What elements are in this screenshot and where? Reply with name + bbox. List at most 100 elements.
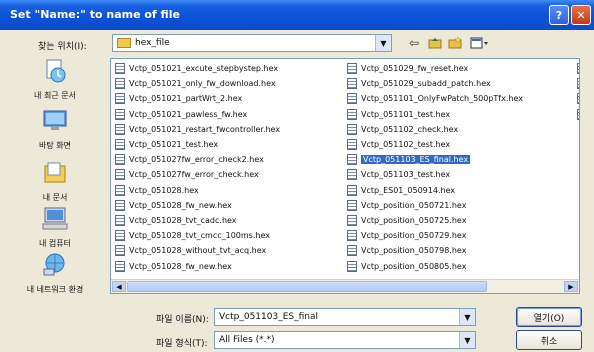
new-folder-button[interactable]: [446, 35, 464, 51]
hex-file-icon: [115, 184, 125, 196]
file-item[interactable]: Vctp_position_050798.hex: [347, 243, 577, 258]
file-item[interactable]: Vctp_051102_check.hex: [347, 122, 577, 137]
file-column-2: Vctp_051029_fw_reset.hex Vctp_051029_sub…: [347, 61, 577, 274]
file-item[interactable]: Vctp_ES01_050914.hex: [347, 183, 577, 198]
lookin-value: hex_file: [135, 38, 170, 48]
hex-file-icon: [115, 93, 125, 105]
view-menu-button[interactable]: [468, 35, 492, 51]
filename-value: Vctp_051103_ES_final: [219, 312, 318, 322]
hex-file-icon: [115, 214, 125, 226]
filetype-label: 파일 형식(T):: [156, 339, 208, 349]
new-folder-icon: [448, 37, 462, 49]
hex-file-icon: [347, 245, 357, 257]
place-label: 바탕 화면: [39, 141, 71, 150]
horizontal-scrollbar[interactable]: ◀ ▶: [111, 279, 579, 293]
filetype-select[interactable]: All Files (*.*) ▼: [214, 331, 476, 349]
file-item-selected[interactable]: Vctp_051103_ES_final.hex: [347, 152, 577, 167]
hex-file-icon: [347, 63, 357, 75]
hex-file-icon: [347, 123, 357, 135]
file-item-partial[interactable]: [577, 91, 579, 106]
file-item[interactable]: Vctp_051028.hex: [115, 183, 343, 198]
file-item[interactable]: Vctp_051028_fw_new.hex: [115, 258, 343, 273]
hex-file-icon: [115, 154, 125, 166]
scroll-left-icon[interactable]: ◀: [112, 281, 126, 292]
file-item[interactable]: Vctp_051028_fw_new.hex: [115, 198, 343, 213]
cancel-button[interactable]: 취소: [516, 330, 582, 350]
file-item[interactable]: Vctp_position_050721.hex: [347, 198, 577, 213]
close-button[interactable]: ✕: [571, 5, 591, 25]
hex-file-icon: [115, 245, 125, 257]
my-documents-icon: [44, 162, 66, 183]
filename-input[interactable]: Vctp_051103_ES_final ▼: [214, 308, 476, 326]
file-item[interactable]: Vctp_position_050729.hex: [347, 228, 577, 243]
open-button[interactable]: 열기(O): [516, 307, 582, 327]
file-item[interactable]: Vctp_051029_subadd_patch.hex: [347, 76, 577, 91]
hex-file-icon: [577, 78, 579, 90]
place-recent[interactable]: 내 최근 문서: [4, 58, 106, 101]
hex-file-icon: [577, 93, 579, 105]
back-arrow-icon: ⇦: [408, 36, 420, 50]
file-item[interactable]: Vctp_051021_test.hex: [115, 137, 343, 152]
file-item[interactable]: Vctp_051103_test.hex: [347, 167, 577, 182]
filename-label: 파일 이름(N):: [156, 315, 209, 325]
file-item[interactable]: Vctp_051021_only_fw_download.hex: [115, 76, 343, 91]
file-item[interactable]: Vctp_position_050805.hex: [347, 258, 577, 273]
chevron-down-icon[interactable]: ▼: [459, 332, 475, 348]
hex-file-icon: [347, 78, 357, 90]
file-column-1: Vctp_051021_excute_stepbystep.hex Vctp_0…: [115, 61, 343, 274]
scroll-thumb[interactable]: [127, 281, 487, 292]
place-label: 내 최근 문서: [34, 91, 76, 100]
file-item-partial[interactable]: [577, 61, 579, 76]
scroll-right-icon[interactable]: ▶: [564, 281, 578, 292]
lookin-label: 찾는 위치(I):: [38, 42, 87, 52]
place-label: 내 컴퓨터: [39, 239, 71, 248]
desktop-icon: [43, 110, 67, 130]
place-my-computer[interactable]: 내 컴퓨터: [4, 206, 106, 249]
folder-icon: [117, 38, 131, 48]
help-button[interactable]: ?: [549, 5, 569, 25]
hex-file-icon: [347, 139, 357, 151]
file-item[interactable]: Vctp_position_050725.hex: [347, 213, 577, 228]
file-item[interactable]: Vctp_051101_test.hex: [347, 107, 577, 122]
chevron-down-icon[interactable]: ▼: [459, 309, 475, 325]
hex-file-icon: [115, 108, 125, 120]
place-my-documents[interactable]: 내 문서: [4, 160, 106, 203]
back-button[interactable]: ⇦: [405, 35, 423, 51]
file-item[interactable]: Vctp_051101_OnlyFwPatch_500pTfx.hex: [347, 91, 577, 106]
file-item[interactable]: Vctp_051021_partWrt_2.hex: [115, 91, 343, 106]
view-menu-icon: [470, 37, 488, 49]
hex-file-icon: [115, 123, 125, 135]
hex-file-icon: [347, 260, 357, 272]
file-item[interactable]: Vctp_051102_test.hex: [347, 137, 577, 152]
title-bar[interactable]: Set "Name:" to name of file ? ✕: [0, 0, 594, 30]
file-item[interactable]: Vctp_051028_tvt_cadc.hex: [115, 213, 343, 228]
file-item[interactable]: Vctp_051027fw_error_check.hex: [115, 167, 343, 182]
file-item[interactable]: Vctp_051021_pawless_fw.hex: [115, 107, 343, 122]
hex-file-icon: [347, 108, 357, 120]
hex-file-icon: [577, 63, 579, 75]
place-network[interactable]: 내 네트워크 환경: [4, 252, 106, 295]
help-icon: ?: [555, 8, 563, 22]
file-item[interactable]: Vctp_051028_without_tvt_acq.hex: [115, 243, 343, 258]
file-item[interactable]: Vctp_051027fw_error_check2.hex: [115, 152, 343, 167]
open-file-dialog: Set "Name:" to name of file ? ✕ 찾는 위치(I)…: [0, 0, 594, 352]
places-bar: 내 최근 문서 바탕 화면 내 문서 내 컴퓨터 내 네트워크 환경: [4, 58, 106, 298]
chevron-down-icon[interactable]: ▼: [375, 35, 391, 51]
place-label: 내 네트워크 환경: [26, 285, 84, 294]
my-computer-icon: [42, 207, 68, 230]
lookin-combo[interactable]: hex_file ▼: [112, 34, 392, 52]
file-item[interactable]: Vctp_051021_excute_stepbystep.hex: [115, 61, 343, 76]
network-places-icon: [43, 253, 65, 276]
place-desktop[interactable]: 바탕 화면: [4, 108, 106, 151]
hex-file-icon: [347, 230, 357, 242]
file-item[interactable]: Vctp_051028_tvt_cmcc_100ms.hex: [115, 228, 343, 243]
file-item-partial[interactable]: [577, 76, 579, 91]
filetype-value: All Files (*.*): [219, 335, 275, 345]
file-list[interactable]: Vctp_051021_excute_stepbystep.hex Vctp_0…: [110, 58, 580, 294]
window-title: Set "Name:" to name of file: [10, 8, 180, 21]
up-folder-button[interactable]: [426, 35, 444, 51]
hex-file-icon: [347, 154, 357, 166]
file-item[interactable]: Vctp_051029_fw_reset.hex: [347, 61, 577, 76]
file-item-partial[interactable]: [577, 107, 579, 122]
file-item[interactable]: Vctp_051021_restart_fwcontroller.hex: [115, 122, 343, 137]
